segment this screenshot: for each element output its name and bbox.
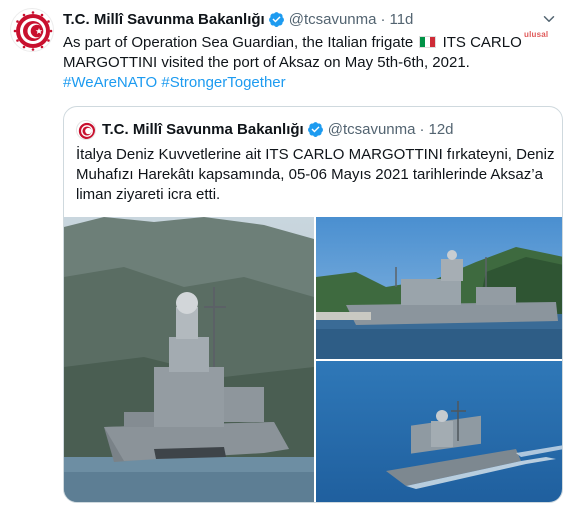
tweet-timestamp[interactable]: 11d — [389, 11, 413, 28]
ship-photo-image — [316, 361, 562, 502]
hashtag-link[interactable]: #WeAreNATO — [63, 74, 157, 91]
tweet-text-part: As part of Operation Sea Guardian, the I… — [63, 34, 414, 51]
tweet-text-line: MARGOTTINI visited the port of Aksaz on … — [63, 54, 470, 71]
quoted-author-name: T.C. Millî Savunma Bakanlığı — [102, 120, 304, 138]
italy-flag-icon — [419, 36, 437, 48]
quoted-author-avatar — [76, 120, 96, 140]
hashtag-link[interactable]: #StrongerTogether — [161, 74, 285, 91]
tweet-text-part: ITS CARLO — [442, 34, 522, 51]
media-grid — [64, 217, 562, 502]
quoted-text-line: liman ziyareti icra etti. — [76, 186, 221, 203]
author-name[interactable]: T.C. Millî Savunma Bakanlığı — [63, 11, 265, 28]
frigate-photo-3[interactable] — [316, 361, 562, 502]
tweet-header: T.C. Millî Savunma Bakanlığı @tcsavunma … — [63, 9, 559, 29]
quoted-tweet-timestamp: 12d — [428, 120, 454, 138]
frigate-photo-1[interactable] — [64, 217, 314, 502]
frigate-photo-2[interactable] — [316, 217, 562, 359]
quoted-text-line: Muhafızı Harekâtı kapsamında, 05-06 Mayı… — [76, 166, 543, 183]
verified-badge-icon — [268, 11, 284, 27]
verified-badge-icon — [307, 121, 323, 137]
quoted-text-line: İtalya Deniz Kuvvetlerine ait ITS CARLO … — [76, 146, 555, 163]
separator-dot: · — [380, 10, 386, 28]
tweet-text: As part of Operation Sea Guardian, the I… — [63, 33, 553, 93]
ministry-emblem-icon — [13, 11, 53, 51]
quoted-tweet[interactable]: T.C. Millî Savunma Bakanlığı @tcsavunma … — [63, 106, 563, 503]
chevron-down-icon — [543, 16, 555, 22]
quoted-author-handle: @tcsavunma — [327, 120, 416, 138]
tweet[interactable]: T.C. Millî Savunma Bakanlığı @tcsavunma … — [0, 0, 573, 511]
author-handle[interactable]: @tcsavunma — [289, 11, 377, 28]
more-options-button[interactable] — [539, 9, 559, 29]
author-avatar[interactable] — [10, 8, 54, 52]
ministry-emblem-icon — [78, 122, 95, 139]
ship-photo-image — [64, 217, 314, 502]
separator-dot: · — [419, 120, 425, 138]
ship-photo-image — [316, 217, 562, 359]
quoted-tweet-header: T.C. Millî Savunma Bakanlığı @tcsavunma … — [102, 119, 454, 139]
quoted-tweet-text: İtalya Deniz Kuvvetlerine ait ITS CARLO … — [76, 145, 555, 205]
